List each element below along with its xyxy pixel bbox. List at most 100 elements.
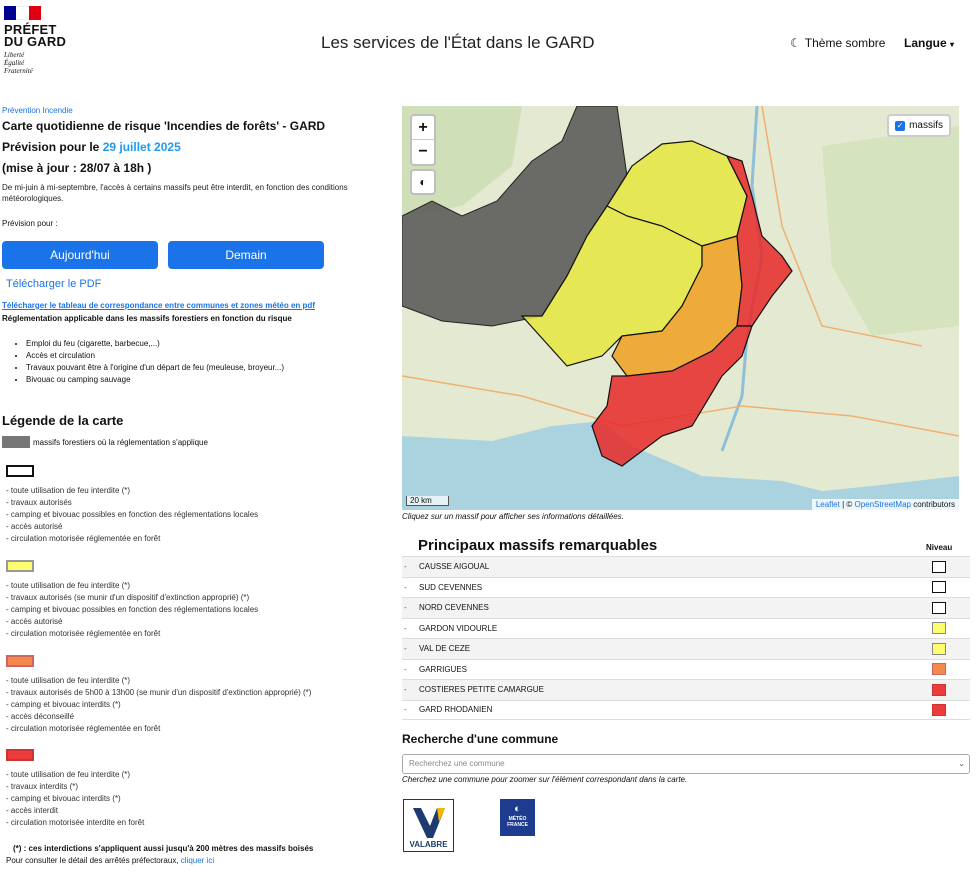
legend-line: - travaux autorisés de 5h00 à 13h00 (se … [6, 688, 312, 697]
search-placeholder: Recherchez une commune [409, 759, 505, 768]
download-pdf-link[interactable]: Télécharger le PDF [6, 278, 101, 290]
language-menu[interactable]: Langue ▾ [904, 36, 954, 50]
update-time: (mise à jour : 28/07 à 18h ) [2, 161, 152, 175]
legend-level-yellow: - toute utilisation de feu interdite (*)… [6, 560, 258, 640]
motto-1: Liberté [4, 51, 25, 59]
legend-line: - travaux autorisés [6, 498, 72, 507]
chevron-down-icon: ⌄ [958, 759, 965, 768]
legend-level-red: - toute utilisation de feu interdite (*)… [6, 749, 144, 829]
meteo-france-logo[interactable]: ◐ MÉTÉO FRANCE [500, 799, 535, 836]
risk-map[interactable]: + − ◐ ✓ massifs 20 km Leaflet | © OpenSt… [402, 106, 959, 510]
meteo-icon: ◐ [514, 803, 521, 815]
level-swatch [932, 601, 946, 614]
massifs-layer-label: massifs [909, 120, 943, 131]
legend-line: - toute utilisation de feu interdite (*) [6, 486, 131, 495]
level-header: Niveau [926, 543, 953, 552]
table-row[interactable]: - COSTIERES PETITE CAMARGUE [402, 679, 970, 700]
massifs-table: - CAUSSE AIGOUAL - SUD CEVENNES - NORD CEVE… [402, 556, 970, 720]
massifs-title: Principaux massifs remarquables [418, 537, 658, 554]
forecast-date: 29 juillet 2025 [102, 140, 181, 154]
legend-line: - camping et bivouac possibles en foncti… [6, 510, 259, 519]
list-item: Bivouac ou camping sauvage [26, 374, 284, 386]
legend-line: - circulation motorisée réglementée en f… [6, 629, 161, 638]
zoom-control: + − [410, 114, 436, 166]
page-title: Carte quotidienne de risque 'Incendies d… [2, 119, 326, 133]
list-item: Emploi du feu (cigarette, barbecue,...) [26, 338, 284, 350]
legend-level-white: - toute utilisation de feu interdite (*)… [6, 465, 258, 545]
legend-line: - accès autorisé [6, 522, 63, 531]
legend-line: - circulation motorisée réglementée en f… [6, 724, 161, 733]
regulation-list: Emploi du feu (cigarette, barbecue,...) … [14, 338, 284, 386]
legend-line: - toute utilisation de feu interdite (*) [6, 581, 131, 590]
regulation-title: Réglementation applicable dans les massi… [2, 314, 292, 323]
legend-line: - accès interdit [6, 806, 59, 815]
osm-link[interactable]: OpenStreetMap [854, 500, 910, 509]
gray-swatch [2, 436, 30, 448]
valabre-logo[interactable]: VALABRE [403, 799, 454, 852]
dark-theme-label: Thème sombre [804, 36, 886, 50]
legend-title: Légende de la carte [2, 413, 124, 428]
consult-prefix: Pour consulter le détail des arrêtés pré… [6, 856, 181, 865]
list-item: Accès et circulation [26, 350, 284, 362]
zoom-in-button[interactable]: + [412, 116, 434, 140]
red-swatch [6, 749, 34, 761]
tomorrow-button[interactable]: Demain [168, 241, 324, 269]
level-swatch [932, 683, 946, 696]
language-label: Langue [904, 36, 947, 50]
forecast-for-label: Prévision pour : [2, 219, 58, 228]
massifs-checkbox[interactable]: ✓ [895, 120, 906, 131]
level-swatch [932, 560, 946, 573]
attribution-suffix: contributors [910, 500, 955, 509]
layer-control[interactable]: ✓ massifs [887, 114, 951, 137]
site-title[interactable]: Les services de l'État dans le GARD [321, 33, 594, 53]
zoom-out-button[interactable]: − [412, 140, 434, 164]
leaflet-link[interactable]: Leaflet [816, 500, 840, 509]
breadcrumb[interactable]: Prévention Incendie [2, 106, 73, 115]
massif-name: NORD CEVENNES [419, 603, 489, 613]
level-swatch [932, 622, 946, 635]
globe-icon[interactable]: ◐ [410, 169, 436, 195]
map-canvas[interactable] [402, 106, 959, 510]
massif-name: CAUSSE AIGOUAL [419, 562, 490, 572]
list-item: Travaux pouvant être à l'origine d'un dé… [26, 362, 284, 374]
table-row[interactable]: - GARD RHODANIEN [402, 699, 970, 720]
massif-name: VAL DE CEZE [419, 644, 471, 654]
legend-line: - accès déconseillé [6, 712, 75, 721]
forecast-prefix: Prévision pour le [2, 140, 103, 154]
forecast-heading: Prévision pour le 29 juillet 2025 [2, 140, 181, 154]
massif-name: GARD RHODANIEN [419, 705, 493, 715]
legend-level-orange: - toute utilisation de feu interdite (*)… [6, 655, 311, 735]
flag-icon [4, 6, 41, 20]
level-swatch [932, 642, 946, 655]
consult-text: Pour consulter le détail des arrêtés pré… [6, 856, 214, 865]
level-swatch [932, 703, 946, 716]
table-row[interactable]: - GARRIGUES [402, 658, 970, 680]
footnote: (*) : ces interdictions s'appliquent aus… [13, 844, 314, 853]
legend-line: - travaux interdits (*) [6, 782, 79, 791]
table-row[interactable]: - CAUSSE AIGOUAL [402, 556, 970, 577]
search-hint: Cherchez une commune pour zoomer sur l'é… [402, 775, 688, 784]
logo-line2: DU GARD [4, 34, 67, 49]
table-row[interactable]: - GARDON VIDOURLE [402, 617, 970, 639]
legend-line: - camping et bivouac interdits (*) [6, 700, 121, 709]
prefecture-logo[interactable]: PRÉFET DU GARD Liberté Égalité Fraternit… [4, 6, 84, 75]
legend-line: - travaux autorisés (se munir d'un dispo… [6, 593, 250, 602]
commune-search-select[interactable]: Recherchez une commune ⌄ [402, 754, 970, 774]
download-table-link[interactable]: Télécharger le tableau de correspondance… [2, 301, 315, 310]
dark-theme-toggle[interactable]: ☾ Thème sombre [790, 36, 885, 50]
table-row[interactable]: - SUD CEVENNES [402, 576, 970, 598]
white-swatch [6, 465, 34, 477]
massif-name: SUD CEVENNES [419, 582, 483, 592]
map-attribution: Leaflet | © OpenStreetMap contributors [811, 499, 959, 510]
massif-name: COSTIERES PETITE CAMARGUE [419, 685, 544, 695]
today-button[interactable]: Aujourd'hui [2, 241, 158, 269]
valabre-v-icon [412, 808, 445, 838]
legend-line: - circulation motorisée interdite en for… [6, 818, 145, 827]
search-title: Recherche d'une commune [402, 732, 559, 746]
table-row[interactable]: - VAL DE CEZE [402, 638, 970, 659]
legend-line: - accès autorisé [6, 617, 63, 626]
consult-link[interactable]: cliquer ici [181, 856, 214, 865]
motto-3: Fraternité [4, 67, 33, 75]
table-row[interactable]: - NORD CEVENNES [402, 597, 970, 618]
intro-text: De mi-juin à mi-septembre, l'accès à cer… [2, 183, 348, 203]
